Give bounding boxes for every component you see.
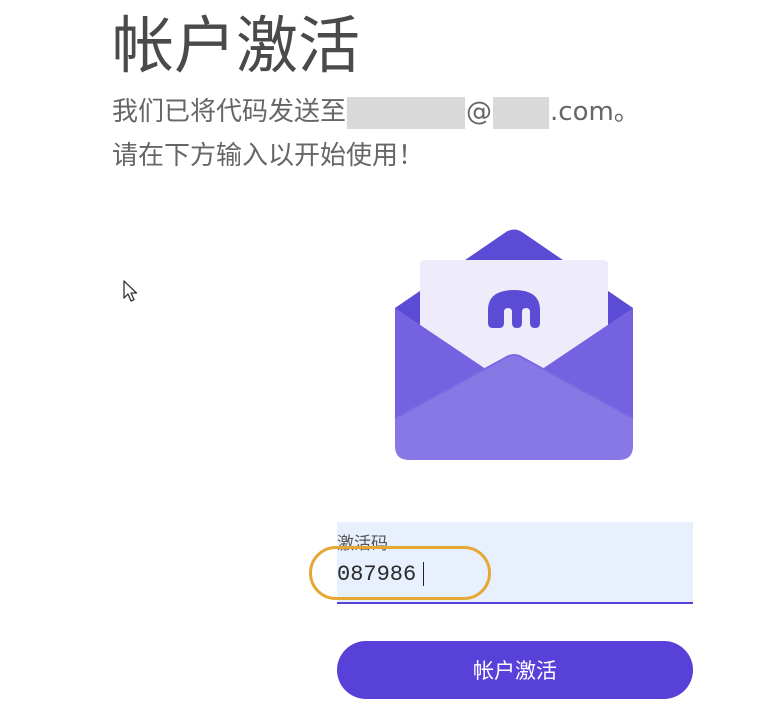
subtitle-line-2: 请在下方输入以开始使用！ <box>112 141 425 171</box>
text-caret <box>423 562 424 586</box>
subtitle-suffix: .com。 <box>550 97 640 127</box>
envelope-with-letter-icon <box>394 229 634 460</box>
subtitle-prefix: 我们已将代码发送至 <box>112 97 347 127</box>
activation-code-field[interactable]: 激活码 <box>337 522 693 604</box>
subtitle-line-1: 我们已将代码发送至 @ .com。 <box>112 90 640 134</box>
subtitle-at: @ <box>466 97 493 127</box>
activation-code-label: 激活码 <box>337 534 388 554</box>
redacted-email-user <box>347 96 466 129</box>
page-subtitle: 我们已将代码发送至 @ .com。 请在下方输入以开始使用！ <box>112 90 640 178</box>
activate-account-button[interactable]: 帐户激活 <box>337 641 693 699</box>
activation-code-input[interactable] <box>337 558 677 590</box>
redacted-email-domain <box>493 96 550 129</box>
kraken-logo-icon <box>488 290 540 328</box>
page-title: 帐户激活 <box>112 9 361 82</box>
mouse-pointer-icon <box>123 280 138 302</box>
